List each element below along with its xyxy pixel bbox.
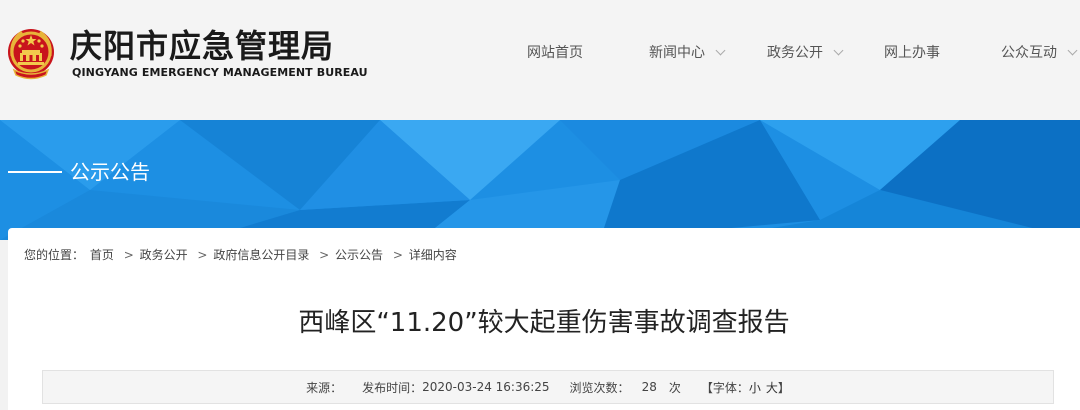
article-title: 西峰区“11.20”较大起重伤害事故调查报告 [298,308,790,338]
site-title[interactable]: 庆阳市应急管理局 [70,28,334,64]
meta-font-close: 】 [777,380,790,395]
banner-polygon-pattern [0,120,1080,240]
breadcrumb-item-details: 详细内容 [408,248,457,262]
meta-publish-time: 2020-03-24 16:36:25 [422,380,550,394]
banner-section-title: 公示公告 [8,160,150,184]
breadcrumb-separator: > [123,248,134,262]
chevron-down-icon [715,45,726,56]
nav-item-online-services[interactable]: 网上办事 [884,44,940,62]
breadcrumb-item-info-catalog[interactable]: 政府信息公开目录 [213,248,309,262]
breadcrumb-item-announcements[interactable]: 公示公告 [335,248,383,262]
chevron-down-icon [1067,45,1078,56]
breadcrumb-item-home[interactable]: 首页 [90,248,114,262]
nav-item-gov-affairs[interactable]: 政务公开 [767,44,844,62]
breadcrumb-separator: > [392,248,403,262]
nav-item-label: 网站首页 [527,45,583,61]
meta-source-label: 来源： [306,380,343,395]
breadcrumb-item-gov-affairs[interactable]: 政务公开 [140,248,188,262]
meta-font-label: 【字体： [700,380,749,395]
banner-divider-line [8,171,62,173]
nav-item-news[interactable]: 新闻中心 [649,44,726,62]
article-meta-bar: 来源： 发布时间： 2020-03-24 16:36:25 浏览次数： 28 次… [42,370,1054,404]
banner-label-text: 公示公告 [70,160,150,184]
breadcrumb-prefix: 您的位置： [24,248,85,262]
meta-views-label: 浏览次数： [569,380,630,395]
nav-item-label: 网上办事 [884,45,940,61]
breadcrumb: 您的位置： 首页 > 政务公开 > 政府信息公开目录 > 公示公告 > 详细内容 [24,248,459,262]
meta-publish-label: 发布时间： [362,380,423,395]
meta-views-unit: 次 [668,380,681,395]
breadcrumb-separator: > [319,248,330,262]
nav-item-home[interactable]: 网站首页 [527,44,583,62]
font-size-large-link[interactable]: 大 [766,379,778,396]
content-card: 您的位置： 首页 > 政务公开 > 政府信息公开目录 > 公示公告 > 详细内容… [8,228,1080,410]
nav-item-interaction[interactable]: 公众互动 [1001,44,1078,62]
font-size-small-link[interactable]: 小 [749,379,761,396]
site-header: 庆阳市应急管理局 QINGYANG EMERGENCY MANAGEMENT B… [0,0,1080,120]
national-emblem-icon [8,29,54,80]
section-banner: 公示公告 [0,120,1080,240]
meta-views-count: 28 [641,380,657,394]
chevron-down-icon [833,45,844,56]
site-subtitle-en: QINGYANG EMERGENCY MANAGEMENT BUREAU [72,66,368,79]
nav-item-label: 新闻中心 [649,45,705,61]
breadcrumb-separator: > [197,248,208,262]
nav-item-label: 公众互动 [1001,45,1057,61]
nav-item-label: 政务公开 [767,45,823,61]
